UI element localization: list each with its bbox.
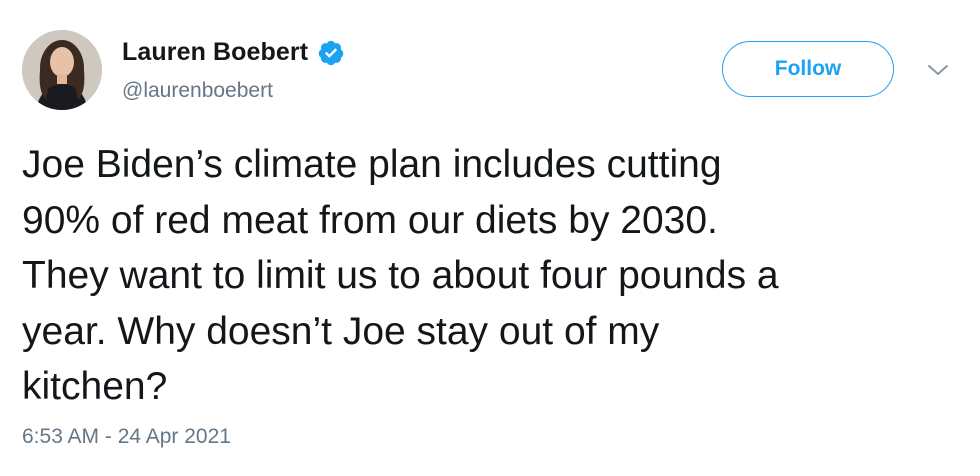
author-display-name[interactable]: Lauren Boebert xyxy=(122,38,308,67)
avatar[interactable] xyxy=(22,30,102,110)
author-handle[interactable]: @laurenboebert xyxy=(122,79,273,103)
verified-badge-icon xyxy=(317,39,345,67)
tweet-text: Joe Biden’s climate plan includes cuttin… xyxy=(22,143,779,408)
author-name-row: Lauren Boebert xyxy=(122,38,345,67)
tweet-card: Lauren Boebert @laurenboebert Follow Joe… xyxy=(0,0,980,476)
tweet-timestamp[interactable]: 6:53 AM - 24 Apr 2021 xyxy=(22,425,231,449)
avatar-image xyxy=(22,30,102,110)
follow-button[interactable]: Follow xyxy=(722,41,894,97)
chevron-down-icon[interactable] xyxy=(926,62,950,78)
